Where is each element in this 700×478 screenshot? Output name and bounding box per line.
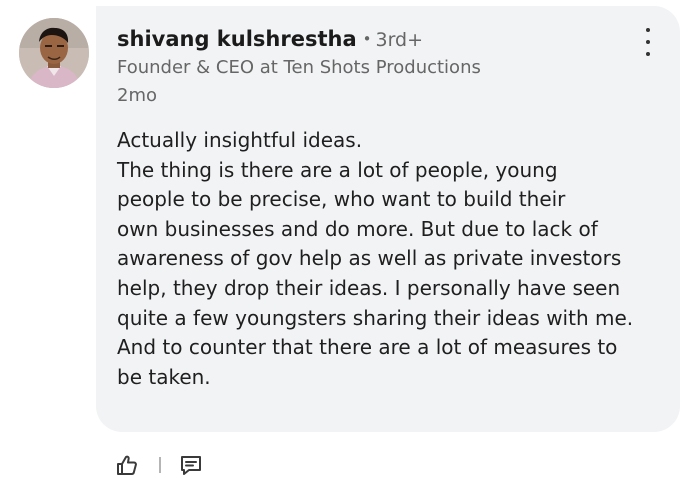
author-headline: Founder & CEO at Ten Shots Productions: [117, 57, 481, 78]
author-name[interactable]: shivang kulshrestha: [117, 27, 357, 51]
comment-icon: [181, 456, 201, 475]
comment-actions: [113, 448, 205, 478]
comment-line: And to counter that there are a lot of m…: [117, 335, 618, 360]
like-button[interactable]: [113, 451, 141, 478]
comment-bubble: shivang kulshrestha • 3rd+ Founder & CEO a…: [96, 6, 680, 432]
reply-button[interactable]: [177, 451, 205, 478]
comment-line: Actually insightful ideas.: [117, 128, 363, 152]
comment-container: shivang kulshrestha • 3rd+ Founder & CEO a…: [0, 0, 700, 478]
comment-line: be taken.: [117, 364, 211, 389]
comment-line: quite a few youngsters sharing their ide…: [117, 305, 634, 330]
comment-line: people to be precise, who want to build …: [117, 187, 566, 212]
comment-line: help, they drop their ideas. I personall…: [117, 275, 621, 300]
connection-degree: 3rd+: [375, 29, 424, 51]
avatar-image: [19, 18, 89, 88]
more-options-button[interactable]: [638, 28, 658, 56]
separator-dot: •: [362, 30, 372, 48]
thumbs-up-icon: [117, 455, 137, 475]
comment-line: own businesses and do more. But due to l…: [117, 216, 598, 241]
comment-text: Actually insightful ideas. The thing is …: [117, 126, 667, 392]
comment-line: The thing is there are a lot of people, …: [117, 157, 558, 182]
comment-line: awareness of gov help as well as private…: [117, 246, 622, 271]
more-vertical-icon: [646, 28, 650, 32]
avatar[interactable]: [19, 18, 89, 88]
author-row: shivang kulshrestha • 3rd+: [117, 25, 423, 55]
action-divider: [159, 457, 161, 473]
timestamp: 2mo: [117, 85, 157, 106]
